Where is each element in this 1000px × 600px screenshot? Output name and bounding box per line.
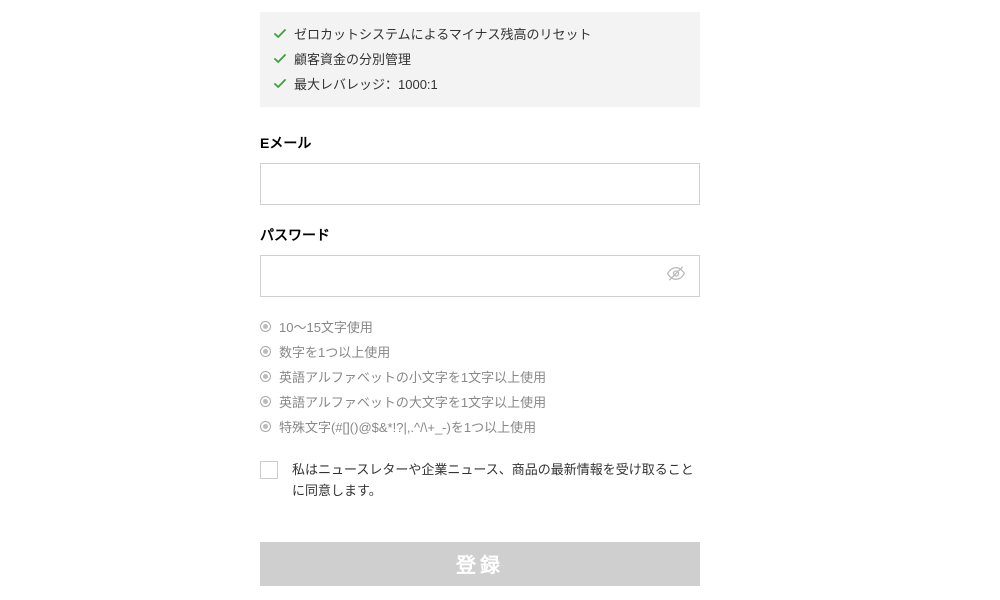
requirement-text: 英語アルファベットの大文字を1文字以上使用 [279, 392, 546, 411]
password-requirements: 10～15文字使用 数字を1つ以上使用 英語アルファベットの小文字を1文字以上使… [260, 317, 700, 436]
email-label: Eメール [260, 133, 700, 153]
feature-text: 最大レバレッジ：1000:1 [294, 74, 438, 93]
password-field-group: パスワード [260, 225, 700, 297]
requirement-item: 特殊文字(#[]()@$&*!?|,.^/\+_-)を1つ以上使用 [260, 417, 700, 436]
requirement-item: 英語アルファベットの大文字を1文字以上使用 [260, 392, 700, 411]
requirement-item: 10～15文字使用 [260, 317, 700, 336]
requirement-text: 10～15文字使用 [279, 317, 373, 336]
requirement-indicator-icon [260, 421, 271, 432]
register-button[interactable]: 登録 [260, 542, 700, 586]
consent-row: 私はニュースレターや企業ニュース、商品の最新情報を受け取ることに同意します。 [260, 460, 700, 502]
email-field-group: Eメール [260, 133, 700, 205]
requirement-item: 英語アルファベットの小文字を1文字以上使用 [260, 367, 700, 386]
requirement-item: 数字を1つ以上使用 [260, 342, 700, 361]
check-icon [274, 53, 286, 65]
requirement-indicator-icon [260, 346, 271, 357]
password-input[interactable] [260, 255, 700, 297]
newsletter-consent-checkbox[interactable] [260, 461, 278, 479]
requirement-text: 数字を1つ以上使用 [279, 342, 390, 361]
requirement-text: 英語アルファベットの小文字を1文字以上使用 [279, 367, 546, 386]
consent-text: 私はニュースレターや企業ニュース、商品の最新情報を受け取ることに同意します。 [292, 460, 700, 502]
feature-item: ゼロカットシステムによるマイナス残高のリセット [274, 24, 686, 43]
requirement-text: 特殊文字(#[]()@$&*!?|,.^/\+_-)を1つ以上使用 [279, 417, 536, 436]
feature-text: 顧客資金の分別管理 [294, 49, 411, 68]
requirement-indicator-icon [260, 321, 271, 332]
check-icon [274, 28, 286, 40]
check-icon [274, 78, 286, 90]
feature-item: 最大レバレッジ：1000:1 [274, 74, 686, 93]
toggle-password-visibility-icon[interactable] [666, 264, 686, 289]
features-box: ゼロカットシステムによるマイナス残高のリセット 顧客資金の分別管理 最大レバレッ… [260, 12, 700, 107]
password-label: パスワード [260, 225, 700, 245]
feature-text: ゼロカットシステムによるマイナス残高のリセット [294, 24, 591, 43]
requirement-indicator-icon [260, 396, 271, 407]
requirement-indicator-icon [260, 371, 271, 382]
feature-item: 顧客資金の分別管理 [274, 49, 686, 68]
email-input[interactable] [260, 163, 700, 205]
